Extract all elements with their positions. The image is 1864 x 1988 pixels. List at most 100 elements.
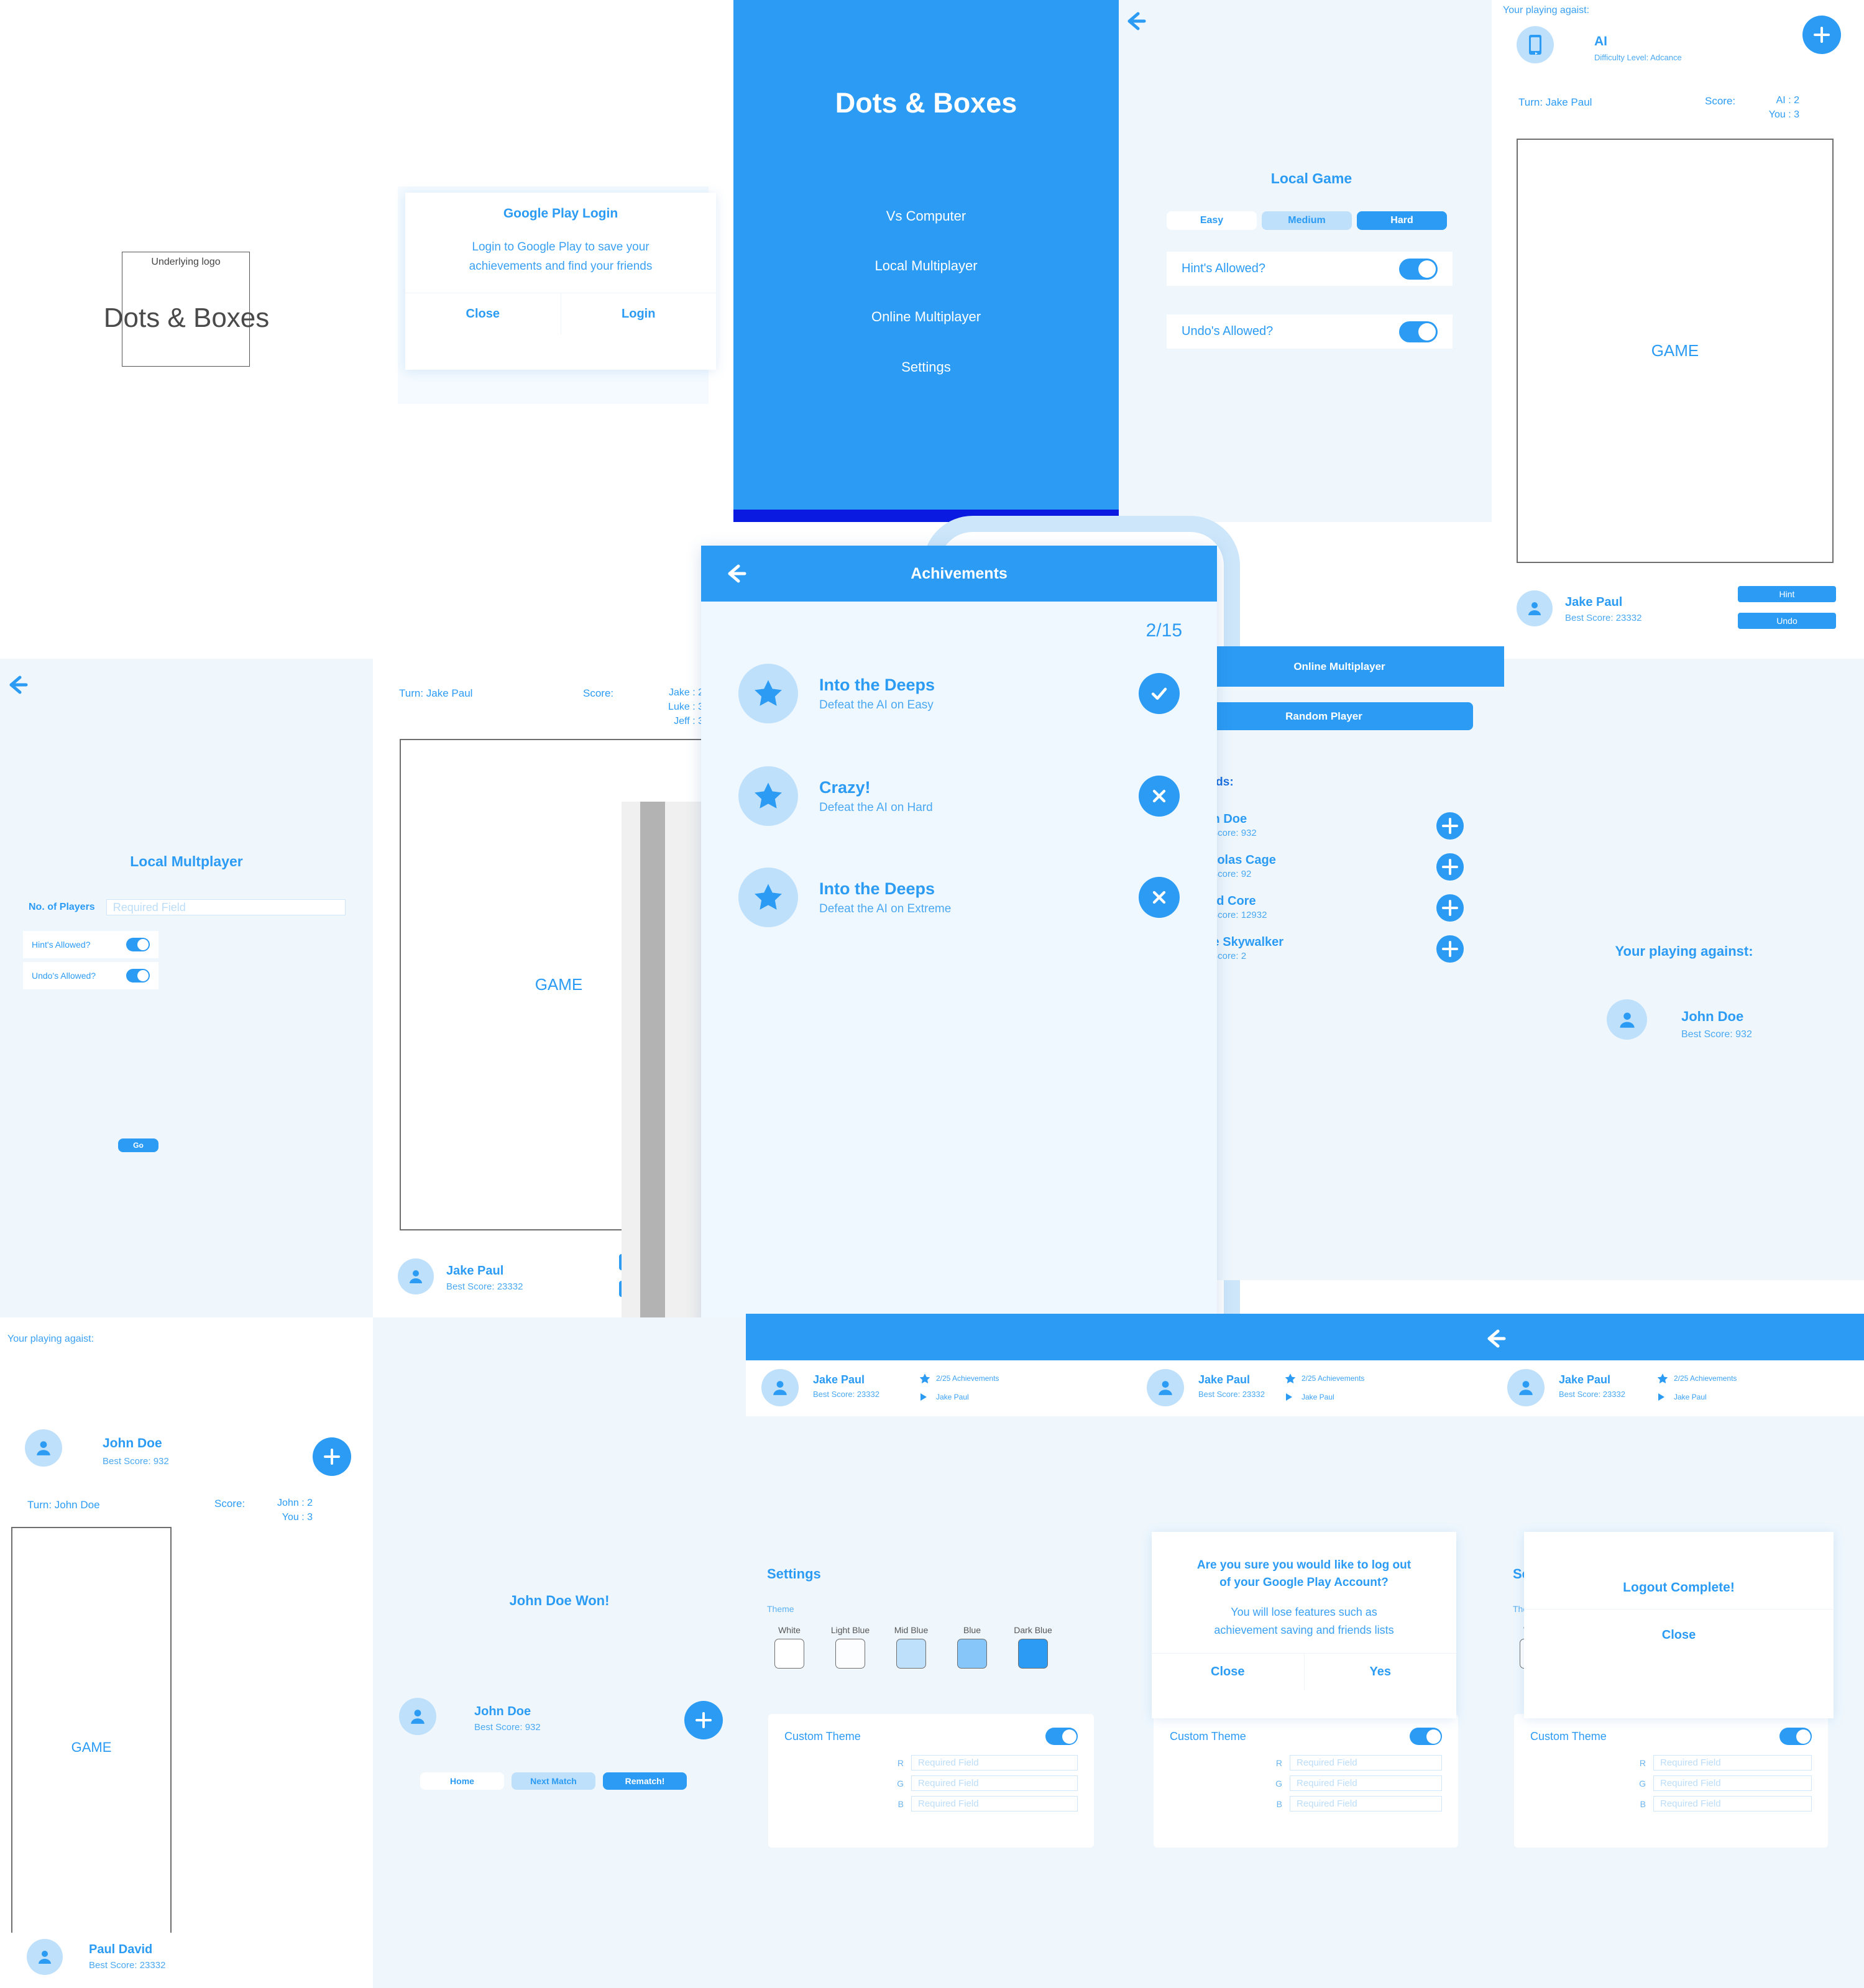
achievements-count-label[interactable]: 2/25 Achievements	[936, 1374, 999, 1383]
main-menu-item-local-multiplayer[interactable]: Local Multiplayer	[733, 258, 1119, 274]
main-menu-item-online-multiplayer[interactable]: Online Multiplayer	[733, 309, 1119, 325]
friend-list-item[interactable]: David Core Best Score: 12932	[1190, 890, 1489, 926]
achievements-count-label[interactable]: 2/25 Achievements	[1302, 1374, 1364, 1383]
winner-score: Best Score: 932	[474, 1722, 541, 1733]
undos-allowed-toggle[interactable]	[126, 969, 150, 983]
achievement-text: Into the Deeps Defeat the AI on Easy	[819, 676, 1118, 712]
hints-allowed-row[interactable]: Hint's Allowed?	[23, 931, 158, 958]
players-count-input[interactable]: Required Field	[106, 899, 346, 915]
custom-theme-toggle[interactable]	[1410, 1728, 1442, 1745]
theme-option-label: Light Blue	[830, 1625, 870, 1635]
back-arrow-icon[interactable]	[1479, 1322, 1512, 1355]
ai-game-board[interactable]: GAME	[1517, 139, 1834, 563]
rgb-input-b[interactable]: Required Field	[1653, 1796, 1812, 1812]
rgb-input-g[interactable]: Required Field	[1290, 1775, 1442, 1791]
add-friend-button[interactable]	[1802, 16, 1841, 54]
multi-score-list: Jake : 2 Luke : 3 Jeff : 3	[609, 685, 704, 729]
players-count-placeholder: Required Field	[112, 900, 186, 914]
add-friend-button[interactable]	[313, 1437, 351, 1476]
friend-list-item[interactable]: Luke Skywalker Best Score: 2	[1190, 931, 1489, 967]
theme-option-blue[interactable]: Blue	[946, 1625, 998, 1669]
difficulty-hard-button[interactable]: Hard	[1357, 211, 1447, 230]
rgb-input-r[interactable]: Required Field	[911, 1755, 1078, 1770]
achievement-item[interactable]: Into the Deeps Defeat the AI on Extreme	[701, 868, 1217, 927]
main-menu-item-settings[interactable]: Settings	[733, 359, 1119, 375]
achievements-counter: 2/15	[1145, 620, 1182, 641]
logout-confirm-body-line-2: achievement saving and friends lists	[1214, 1623, 1394, 1636]
difficulty-selector: Easy Medium Hard	[1167, 211, 1453, 230]
theme-color-swatch	[774, 1639, 804, 1669]
rgb-input-r[interactable]: Required Field	[1290, 1755, 1442, 1770]
friend-score: Best Score: 12932	[1190, 910, 1267, 921]
theme-color-swatch	[896, 1639, 926, 1669]
logout-confirm-yes-button[interactable]: Yes	[1305, 1654, 1457, 1690]
online-player-identity: Paul David Best Score: 23332	[0, 1933, 373, 1988]
achievements-count-label[interactable]: 2/25 Achievements	[1674, 1374, 1737, 1383]
account-name-label[interactable]: Jake Paul	[1674, 1393, 1707, 1401]
undos-allowed-row[interactable]: Undo's Allowed?	[23, 962, 158, 989]
custom-theme-toggle[interactable]	[1045, 1728, 1078, 1745]
add-friend-button[interactable]	[1436, 853, 1464, 881]
undos-allowed-row[interactable]: Undo's Allowed?	[1167, 314, 1453, 349]
next-match-button[interactable]: Next Match	[512, 1772, 595, 1790]
settings-header	[746, 1314, 1131, 1360]
account-name-label[interactable]: Jake Paul	[936, 1393, 969, 1401]
back-arrow-icon[interactable]	[1119, 5, 1152, 37]
main-menu-title: Dots & Boxes	[835, 87, 1017, 119]
logout-confirm-close-button[interactable]: Close	[1152, 1654, 1304, 1690]
app-title-splash: Dots & Boxes	[103, 303, 270, 333]
add-friend-button[interactable]	[1436, 894, 1464, 922]
players-count-label: No. of Players	[29, 902, 95, 912]
rgb-input-b[interactable]: Required Field	[911, 1796, 1078, 1812]
rgb-input-g[interactable]: Required Field	[1653, 1775, 1812, 1791]
back-arrow-icon[interactable]	[1, 669, 34, 701]
hints-allowed-toggle[interactable]	[1399, 258, 1438, 280]
settings-header	[1131, 1314, 1492, 1360]
hint-label: Hint	[1779, 589, 1795, 599]
theme-option-dark-blue[interactable]: Dark Blue	[1007, 1625, 1059, 1669]
friend-list-item[interactable]: Nicholas Cage Best Score: 92	[1190, 849, 1489, 885]
main-menu-item-vs-computer[interactable]: Vs Computer	[733, 208, 1119, 224]
rgb-label: B	[1276, 1798, 1282, 1809]
rgb-input-g[interactable]: Required Field	[911, 1775, 1078, 1791]
random-player-button[interactable]: Random Player	[1175, 702, 1473, 730]
theme-option-label: Blue	[963, 1625, 981, 1635]
achievement-status-check-icon	[1139, 673, 1180, 714]
theme-option-light-blue[interactable]: Light Blue	[824, 1625, 876, 1669]
go-button[interactable]: Go	[118, 1138, 158, 1152]
main-menu-screen: Dots & Boxes Vs Computer Local Multiplay…	[733, 0, 1119, 522]
hints-allowed-toggle[interactable]	[126, 938, 150, 951]
difficulty-easy-button[interactable]: Easy	[1167, 211, 1257, 230]
logout-complete-close-button[interactable]: Close	[1524, 1610, 1834, 1661]
friend-name: David Core	[1190, 894, 1256, 909]
custom-theme-toggle[interactable]	[1779, 1728, 1812, 1745]
rgb-input-r[interactable]: Required Field	[1653, 1755, 1812, 1770]
add-friend-button[interactable]	[684, 1701, 723, 1739]
achievement-item[interactable]: Into the Deeps Defeat the AI on Easy	[701, 664, 1217, 723]
rgb-label: G	[1275, 1778, 1282, 1789]
rgb-input-b[interactable]: Required Field	[1290, 1796, 1442, 1812]
theme-option-white[interactable]: White	[763, 1625, 815, 1669]
friend-list-item[interactable]: John Doe Best Score: 932	[1190, 808, 1489, 844]
home-button[interactable]: Home	[420, 1772, 504, 1790]
main-menu-label: Online Multiplayer	[871, 309, 981, 324]
online-game-board[interactable]: GAME	[11, 1527, 172, 1968]
ai-undo-button[interactable]: Undo	[1738, 613, 1836, 629]
custom-theme-label: Custom Theme	[1530, 1729, 1607, 1743]
toggle-knob	[1062, 1729, 1077, 1744]
add-friend-button[interactable]	[1436, 812, 1464, 840]
google-login-login-button[interactable]: Login	[561, 293, 717, 335]
next-match-label: Next Match	[530, 1776, 577, 1786]
google-login-body-line-1: Login to Google Play to save your	[472, 240, 650, 254]
add-friend-button[interactable]	[1436, 935, 1464, 963]
account-name-label[interactable]: Jake Paul	[1302, 1393, 1334, 1401]
hints-allowed-row[interactable]: Hint's Allowed?	[1167, 252, 1453, 286]
ai-hint-button[interactable]: Hint	[1738, 586, 1836, 602]
theme-option-mid-blue[interactable]: Mid Blue	[885, 1625, 937, 1669]
undo-label: Undo	[1776, 616, 1797, 626]
difficulty-medium-button[interactable]: Medium	[1262, 211, 1352, 230]
google-login-close-button[interactable]: Close	[405, 293, 561, 335]
undos-allowed-toggle[interactable]	[1399, 321, 1438, 342]
achievement-item[interactable]: Crazy! Defeat the AI on Hard	[701, 766, 1217, 826]
rematch-button[interactable]: Rematch!	[603, 1772, 687, 1790]
